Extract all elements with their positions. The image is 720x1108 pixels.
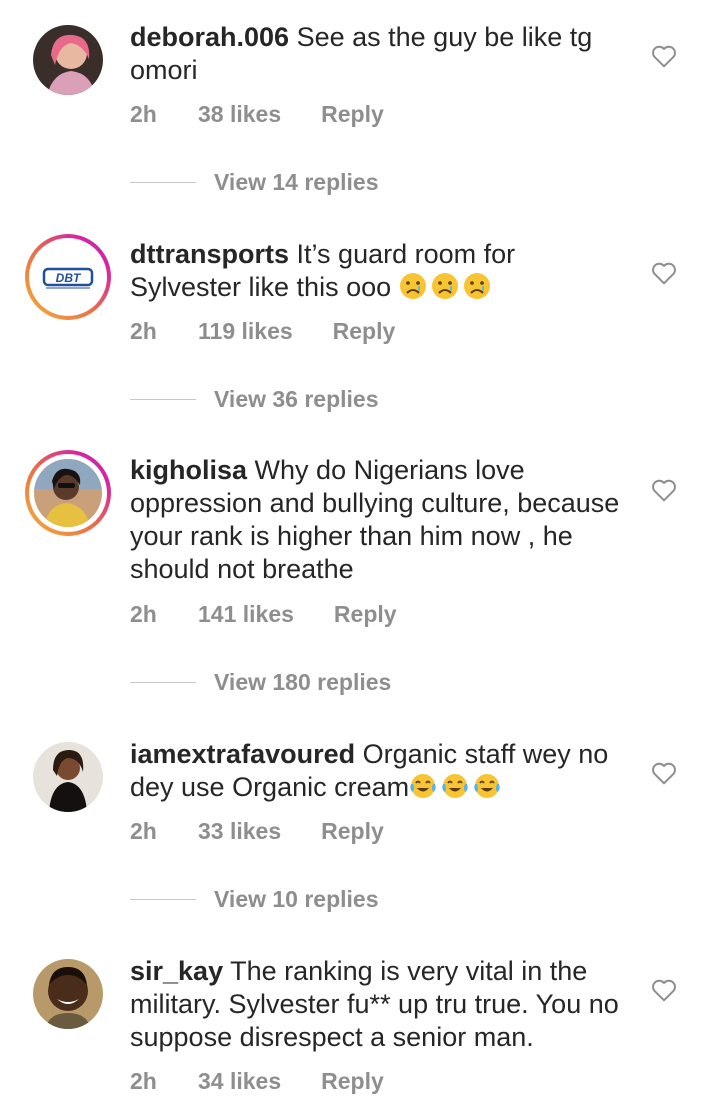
view-replies-label: View 10 replies — [214, 886, 379, 912]
reply-button[interactable]: Reply — [321, 818, 384, 845]
likes-count[interactable]: 141 likes — [198, 601, 294, 628]
timestamp: 2h — [130, 101, 157, 127]
divider-line — [130, 399, 196, 400]
avatar[interactable] — [33, 742, 103, 812]
avatar-image: DBT — [34, 243, 102, 311]
comment-meta: 2h 38 likes Reply — [130, 101, 384, 128]
avatar-ring-gap: DBT — [29, 238, 107, 316]
tears-of-joy-icon — [474, 774, 500, 798]
view-replies-label: View 14 replies — [214, 169, 379, 195]
divider-line — [130, 682, 196, 683]
view-replies-button[interactable]: View 10 replies — [130, 886, 379, 913]
crying-face-icon — [399, 273, 426, 299]
likes-count[interactable]: 119 likes — [198, 318, 293, 345]
reply-button[interactable]: Reply — [321, 1068, 384, 1095]
likes-count[interactable]: 33 likes — [198, 818, 281, 845]
view-replies-label: View 36 replies — [214, 386, 379, 412]
likes-count[interactable]: 38 likes — [198, 101, 281, 128]
likes-count[interactable]: 34 likes — [198, 1068, 281, 1095]
heart-icon[interactable] — [651, 478, 677, 502]
avatar-image — [34, 459, 102, 527]
comment-text: dttransports It’s guard room for Sylvest… — [130, 238, 630, 304]
avatar-image — [33, 742, 103, 812]
avatar-image — [33, 959, 103, 1029]
timestamp: 2h — [130, 318, 157, 344]
timestamp: 2h — [130, 601, 157, 627]
username[interactable]: deborah.006 — [130, 22, 289, 52]
dbt-logo-icon: DBT — [34, 243, 102, 311]
heart-icon[interactable] — [651, 44, 677, 68]
comment-text: kigholisa Why do Nigerians love oppressi… — [130, 454, 630, 586]
crying-face-emoji-group — [399, 272, 495, 302]
view-replies-button[interactable]: View 36 replies — [130, 386, 379, 413]
username[interactable]: iamextrafavoured — [130, 739, 355, 769]
avatar[interactable] — [33, 25, 103, 95]
timestamp: 2h — [130, 1068, 157, 1094]
logo-text: DBT — [56, 271, 82, 285]
reply-button[interactable]: Reply — [333, 318, 396, 345]
view-replies-button[interactable]: View 180 replies — [130, 669, 391, 696]
timestamp: 2h — [130, 818, 157, 844]
tears-of-joy-icon — [442, 774, 468, 798]
reply-button[interactable]: Reply — [321, 101, 384, 128]
avatar[interactable] — [33, 959, 103, 1029]
comment-meta: 2h 34 likes Reply — [130, 1068, 384, 1095]
divider-line — [130, 182, 196, 183]
heart-icon[interactable] — [651, 978, 677, 1002]
view-replies-label: View 180 replies — [214, 669, 392, 695]
heart-icon[interactable] — [651, 261, 677, 285]
avatar[interactable]: DBT — [25, 234, 111, 320]
crying-face-icon — [463, 273, 490, 299]
comment-meta: 2h 33 likes Reply — [130, 818, 384, 845]
avatar[interactable] — [25, 450, 111, 536]
tears-of-joy-icon — [410, 774, 436, 798]
comment-text: sir_kay The ranking is very vital in the… — [130, 955, 630, 1054]
heart-icon[interactable] — [651, 761, 677, 785]
username[interactable]: dttransports — [130, 239, 289, 269]
crying-face-icon — [431, 273, 458, 299]
avatar-ring-gap — [29, 454, 107, 532]
comment-meta: 2h 141 likes Reply — [130, 601, 397, 628]
divider-line — [130, 899, 196, 900]
comment-meta: 2h 119 likes Reply — [130, 318, 395, 345]
view-replies-button[interactable]: View 14 replies — [130, 169, 379, 196]
username[interactable]: sir_kay — [130, 956, 223, 986]
profile-photo — [34, 459, 102, 527]
tears-of-joy-emoji-group — [409, 772, 505, 802]
comment-text: deborah.006 See as the guy be like tg om… — [130, 21, 630, 87]
reply-button[interactable]: Reply — [334, 601, 397, 628]
avatar-image — [33, 25, 103, 95]
comment-text: iamextrafavoured Organic staff wey no de… — [130, 738, 630, 804]
username[interactable]: kigholisa — [130, 455, 247, 485]
